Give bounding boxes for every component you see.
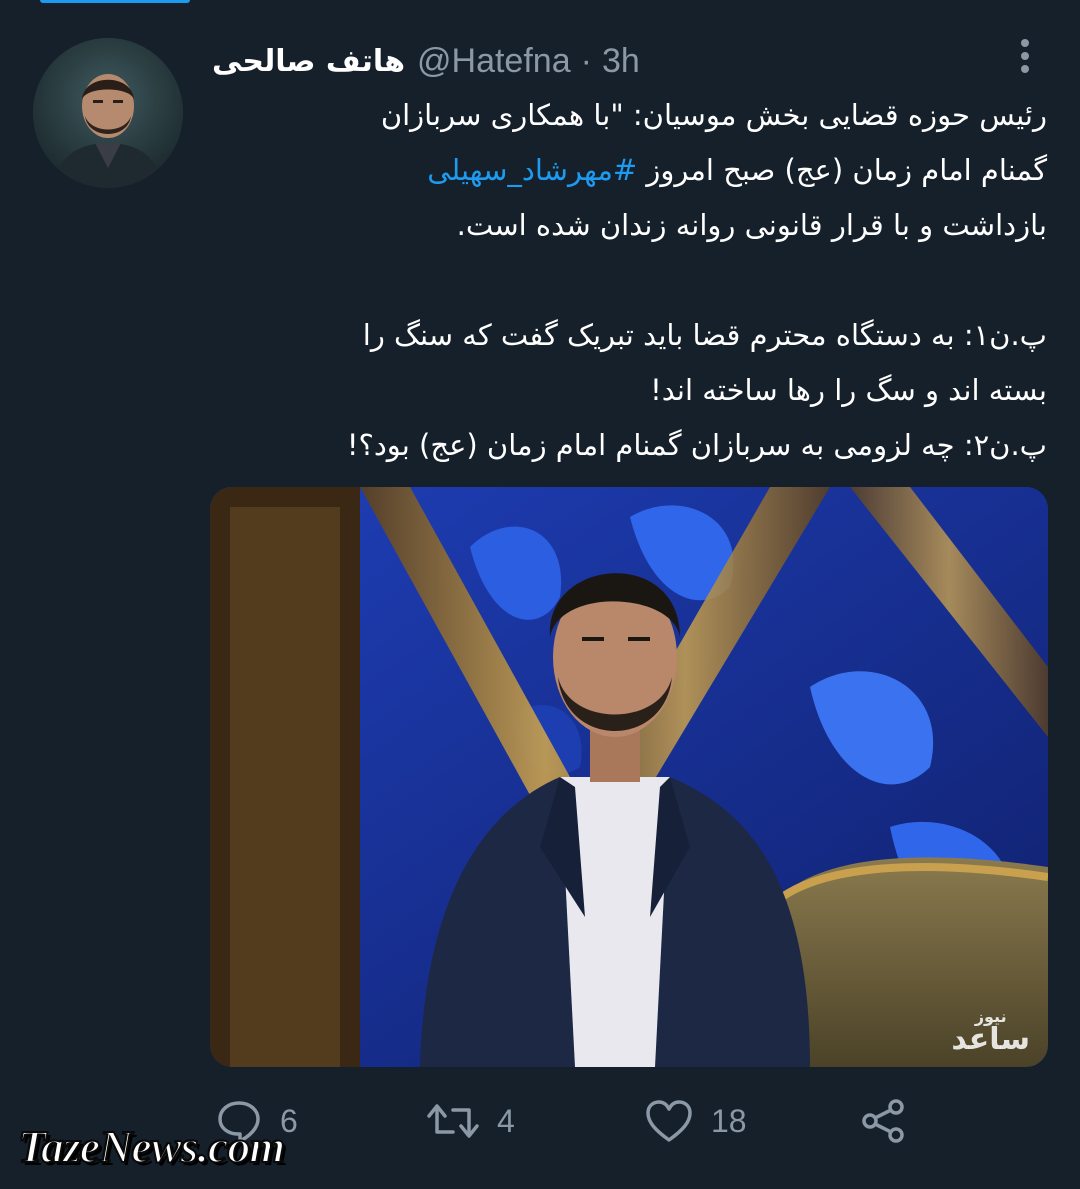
like-button[interactable]: 18 bbox=[645, 1096, 747, 1146]
tweet-time[interactable]: 3h bbox=[602, 42, 640, 81]
hashtag-link[interactable]: #مهرشاد_سهیلی bbox=[427, 153, 637, 187]
share-icon bbox=[862, 1099, 904, 1143]
retweet-count: 4 bbox=[497, 1102, 515, 1139]
like-count: 18 bbox=[711, 1102, 747, 1139]
tweet-line-2: گمنام امام زمان (عج) صبح امروز #مهرشاد_س… bbox=[212, 143, 1047, 198]
media-watermark: نیوز ساعد bbox=[951, 1009, 1030, 1055]
retweet-button[interactable]: 4 bbox=[427, 1096, 515, 1146]
more-vertical-icon bbox=[1021, 39, 1029, 73]
tweet-media-image[interactable]: نیوز ساعد bbox=[210, 487, 1048, 1067]
tweet-line-5: پ.ن۱: به دستگاه محترم قضا باید تبریک گفت… bbox=[362, 318, 1047, 352]
tweet-header: هاتف صالحی @Hatefna · 3h bbox=[212, 36, 640, 86]
author-handle[interactable]: @Hatefna bbox=[417, 42, 571, 81]
media-watermark-main: ساعد bbox=[951, 1022, 1030, 1057]
tweet-screen: هاتف صالحی @Hatefna · 3h رئیس حوزه قضایی… bbox=[0, 0, 1080, 1189]
tweet-text: رئیس حوزه قضایی بخش موسیان: "با همکاری س… bbox=[212, 88, 1047, 473]
separator-dot: · bbox=[580, 41, 592, 80]
share-button[interactable] bbox=[860, 1096, 908, 1146]
tweet-line-6: بسته اند و سگ را رها ساخته اند! bbox=[650, 373, 1047, 407]
top-accent-bar bbox=[40, 0, 190, 3]
tweet-line-2-text: گمنام امام زمان (عج) صبح امروز bbox=[637, 153, 1047, 187]
tweet-line-3: بازداشت و با قرار قانونی روانه زندان شده… bbox=[456, 208, 1047, 242]
site-watermark: TazeNews.com bbox=[17, 1120, 286, 1173]
tweet-line-1: رئیس حوزه قضایی بخش موسیان: "با همکاری س… bbox=[380, 98, 1047, 132]
tweet-line-7: پ.ن۲: چه لزومی به سربازان گمنام امام زما… bbox=[346, 428, 1047, 462]
avatar[interactable] bbox=[33, 38, 183, 188]
heart-icon bbox=[646, 1100, 692, 1142]
author-name[interactable]: هاتف صالحی bbox=[212, 44, 405, 79]
more-options-button[interactable] bbox=[1005, 36, 1045, 76]
retweet-icon bbox=[427, 1104, 479, 1138]
